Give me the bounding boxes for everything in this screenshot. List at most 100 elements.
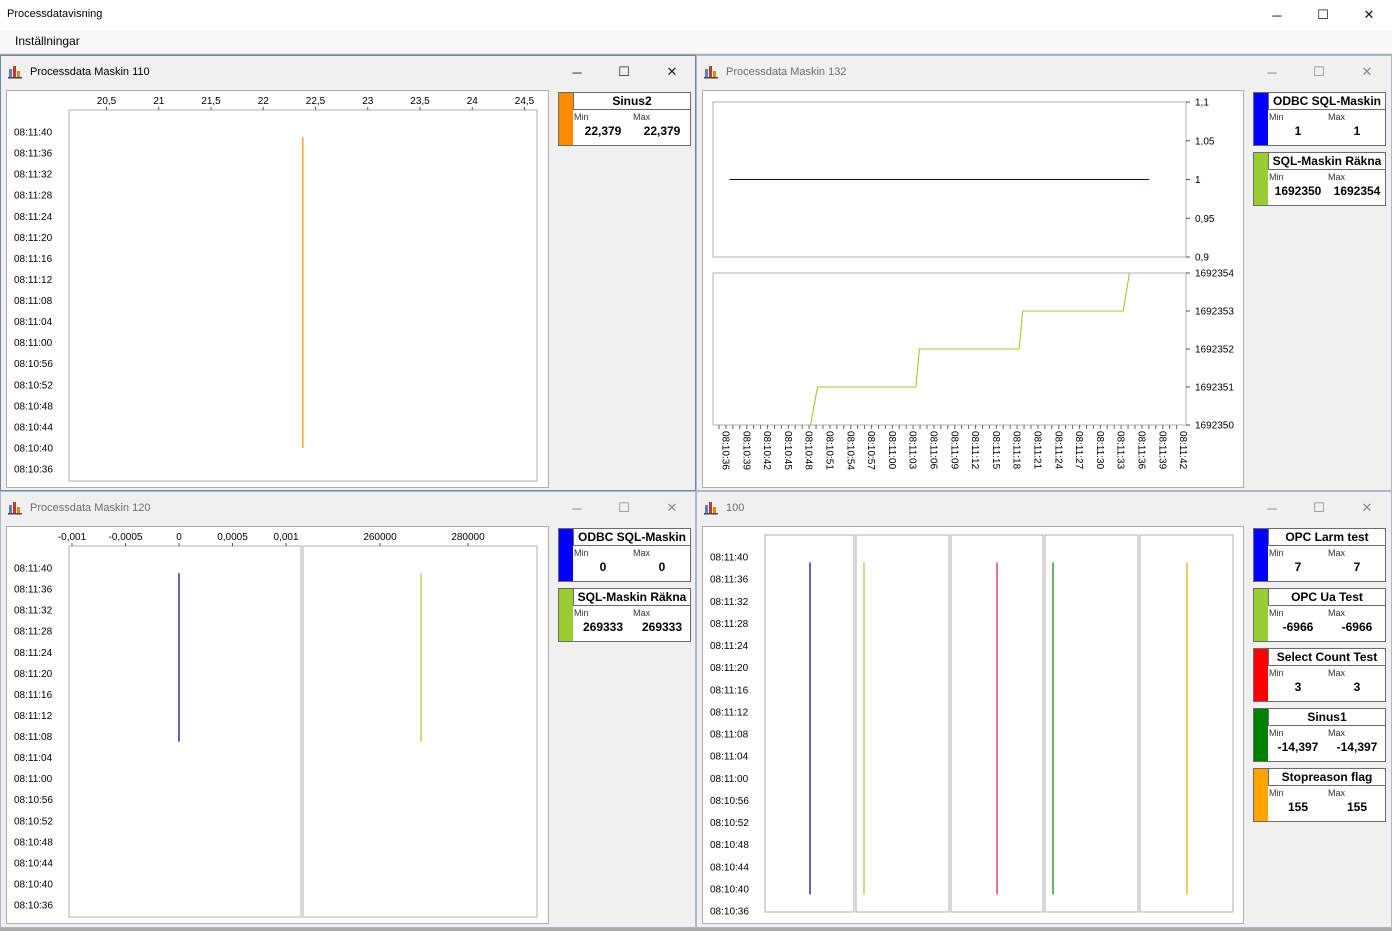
child-window-maskin-120[interactable]: Processdata Maskin 120 ─ ☐ ✕ 08:11:40 08:… xyxy=(0,491,696,928)
chart-area[interactable]: 1,1 1,05 1 0,95 0,9 1692354 1692353 1692352 1692… xyxy=(702,90,1244,488)
legend-swatch xyxy=(1254,649,1268,701)
app-maximize-button[interactable]: ☐ xyxy=(1300,0,1346,30)
child-minimize-button[interactable]: ─ xyxy=(1249,59,1295,85)
legend-card[interactable]: OPC Ua Test Min Max -6966 -6966 xyxy=(1253,588,1386,642)
legend-min-label: Min xyxy=(574,548,589,558)
app-close-button[interactable]: ✕ xyxy=(1346,0,1392,30)
legend-max-label: Max xyxy=(1328,788,1346,798)
legend-max-label: Max xyxy=(1328,668,1346,678)
legend-max-value: 1692354 xyxy=(1333,184,1381,198)
chart-area[interactable]: 08:11:40 08:11:36 08:11:32 08:11:28 08:11:24… xyxy=(6,526,549,924)
x-tick-label: 08:10:48 xyxy=(803,431,814,470)
legend-card[interactable]: SQL-Maskin Räkna Min Max 1692350 1692354 xyxy=(1253,152,1386,206)
child-minimize-button[interactable]: ─ xyxy=(554,59,600,85)
legend-card[interactable]: Select Count Test Min Max 3 3 xyxy=(1253,648,1386,702)
legend-card[interactable]: ODBC SQL-Maskin Min Max 0 0 xyxy=(558,528,691,582)
child-maximize-button[interactable]: ☐ xyxy=(1296,59,1342,85)
x-tick-label: 08:11:15 xyxy=(990,431,1001,470)
legend-card[interactable]: OPC Larm test Min Max 7 7 xyxy=(1253,528,1386,582)
legend-card[interactable]: Sinus2 Min Max 22,379 22,379 xyxy=(558,92,691,146)
legend-min-value: 7 xyxy=(1294,560,1302,574)
y-tick-label: 08:10:56 xyxy=(14,795,53,806)
y-tick-label: 08:11:20 xyxy=(14,233,53,244)
child-minimize-button[interactable]: ─ xyxy=(554,495,600,521)
child-window-maskin-110[interactable]: Processdata Maskin 110 ─ ☐ ✕ 20,5 21 21,5 2… xyxy=(0,55,696,491)
legend-max-label: Max xyxy=(1328,172,1346,182)
legend-name: OPC Larm test xyxy=(1268,529,1385,546)
legend-max-value: 22,379 xyxy=(643,124,681,138)
plot-area xyxy=(68,545,302,918)
child-close-button[interactable]: ✕ xyxy=(1344,495,1390,521)
legend-min-label: Min xyxy=(1269,728,1284,738)
x-tick-label: -0,001 xyxy=(58,532,87,543)
x-tick-label: 08:10:51 xyxy=(824,431,835,470)
x-tick-label: 08:11:21 xyxy=(1032,431,1043,470)
x-tick-label: 22 xyxy=(258,96,270,107)
child-maximize-button[interactable]: ☐ xyxy=(1296,495,1342,521)
y-tick-label: 08:11:24 xyxy=(14,212,53,223)
x-tick-label: 08:10:39 xyxy=(740,431,751,470)
legend-min-label: Min xyxy=(1269,608,1284,618)
y-tick-label: 08:11:28 xyxy=(14,191,53,202)
legend-min-value: 0 xyxy=(599,560,607,574)
y-tick-label: 1692351 xyxy=(1195,383,1234,394)
legend-max-value: -6966 xyxy=(1341,620,1373,634)
child-window-100[interactable]: 100 ─ ☐ ✕ 08:11:40 08:11:36 08:11:32 08:11:… xyxy=(696,491,1392,928)
legend-swatch xyxy=(1254,709,1268,761)
legend-card[interactable]: SQL-Maskin Räkna Min Max 269333 269333 xyxy=(558,588,691,642)
chart-area[interactable]: 20,5 21 21,5 22 22,5 23 23,5 24 24,5 08:11:40 08:1… xyxy=(6,90,549,488)
chart-window-icon xyxy=(8,66,22,79)
y-tick-label: 08:11:04 xyxy=(14,317,53,328)
legend-card[interactable]: Sinus1 Min Max -14,397 -14,397 xyxy=(1253,708,1386,762)
child-title-bar[interactable]: Processdata Maskin 120 ─ ☐ ✕ xyxy=(1,492,695,524)
chart-area[interactable]: 08:11:40 08:11:36 08:11:32 08:11:28 08:11:24… xyxy=(702,526,1244,924)
legend-name: Select Count Test xyxy=(1268,649,1385,666)
legend-swatch xyxy=(559,529,573,581)
x-tick-label: 22,5 xyxy=(306,96,326,107)
app-title: Processdatavisning xyxy=(7,8,103,20)
legend-min-value: 3 xyxy=(1294,680,1302,694)
child-close-button[interactable]: ✕ xyxy=(649,59,695,85)
legend-min-value: 269333 xyxy=(582,620,624,634)
y-tick-label: 08:11:04 xyxy=(14,753,53,764)
y-tick-label: 08:11:40 xyxy=(710,553,749,564)
child-minimize-button[interactable]: ─ xyxy=(1249,495,1295,521)
y-tick-label: 08:11:16 xyxy=(14,690,53,701)
legend-min-label: Min xyxy=(1269,788,1284,798)
x-tick-label: 0 xyxy=(176,532,182,543)
app-minimize-button[interactable]: ─ xyxy=(1254,0,1300,30)
x-tick-label: 20,5 xyxy=(97,96,117,107)
child-title-bar[interactable]: Processdata Maskin 110 ─ ☐ ✕ xyxy=(1,56,695,88)
child-window-maskin-132[interactable]: Processdata Maskin 132 ─ ☐ ✕ 1,1 1,05 1 0,9… xyxy=(696,55,1392,491)
x-tick-label: 08:11:42 xyxy=(1177,431,1188,470)
child-title-bar[interactable]: 100 ─ ☐ ✕ xyxy=(697,492,1391,524)
plot-area xyxy=(302,545,538,918)
y-tick-label: 08:10:48 xyxy=(14,837,53,848)
menu-installningar[interactable]: Inställningar xyxy=(15,34,80,48)
legend-max-label: Max xyxy=(633,608,651,618)
x-tick-label: 08:10:57 xyxy=(865,431,876,470)
child-maximize-button[interactable]: ☐ xyxy=(601,495,647,521)
mdi-workspace: Processdata Maskin 110 ─ ☐ ✕ 20,5 21 21,5 2… xyxy=(0,54,1392,931)
legend-min-value: 1 xyxy=(1294,124,1302,138)
child-maximize-button[interactable]: ☐ xyxy=(601,59,647,85)
legend-min-value: 1692350 xyxy=(1274,184,1322,198)
legend-max-label: Max xyxy=(1328,608,1346,618)
x-tick-label: 08:11:24 xyxy=(1052,431,1063,470)
legend-card[interactable]: Stopreason flag Min Max 155 155 xyxy=(1253,768,1386,822)
child-title-bar[interactable]: Processdata Maskin 132 ─ ☐ ✕ xyxy=(697,56,1391,88)
y-tick-label: 08:11:12 xyxy=(710,707,749,718)
x-tick-label: 260000 xyxy=(363,532,397,543)
y-tick-label: 08:11:40 xyxy=(14,564,53,575)
x-tick-label: 08:10:36 xyxy=(720,431,731,470)
child-close-button[interactable]: ✕ xyxy=(649,495,695,521)
y-tick-label: 1692354 xyxy=(1195,269,1234,280)
legend-card[interactable]: ODBC SQL-Maskin Min Max 1 1 xyxy=(1253,92,1386,146)
x-tick-label: 08:11:12 xyxy=(969,431,980,470)
x-tick-label: 08:11:18 xyxy=(1011,431,1022,470)
x-tick-label: 0,001 xyxy=(273,532,298,543)
child-close-button[interactable]: ✕ xyxy=(1344,59,1390,85)
x-tick-label: 08:11:00 xyxy=(886,431,897,470)
y-tick-label: 08:10:40 xyxy=(14,879,53,890)
y-tick-label: 08:10:40 xyxy=(710,884,749,895)
